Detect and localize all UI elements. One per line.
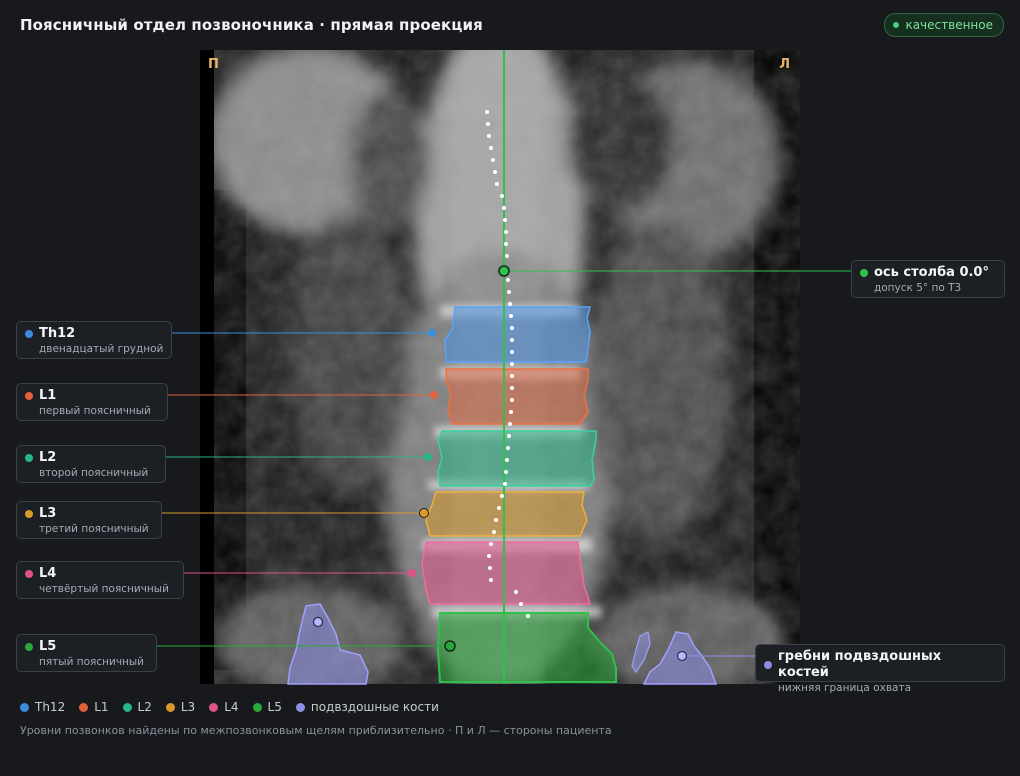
callout-l1-name: L1 (39, 388, 57, 403)
legend-label: подвздошные кости (310, 700, 439, 714)
l3-anchor-dot[interactable] (419, 508, 429, 518)
legend-label: L5 (267, 700, 282, 714)
callout-th12-name: Th12 (39, 326, 76, 341)
legend-item-l5[interactable]: L5 (252, 700, 282, 714)
footnote: Уровни позвонков найдены по межпозвонков… (20, 724, 612, 737)
legend-label: Th12 (35, 700, 66, 714)
l3-color-dot-icon (25, 510, 33, 518)
legend-item-l2[interactable]: L2 (122, 700, 152, 714)
callout-l3-desc: третий поясничный (39, 523, 149, 535)
callout-l2-desc: второй поясничный (39, 467, 149, 479)
l4-color-dot-icon (25, 570, 33, 578)
l4-anchor-dot[interactable] (408, 569, 416, 577)
legend-dot-icon (20, 702, 29, 712)
l5-anchor-dot[interactable] (444, 640, 456, 652)
legend-item-l4[interactable]: L4 (209, 700, 239, 714)
legend-item-l3[interactable]: L3 (165, 700, 196, 714)
callout-iliac-sub: нижняя граница охвата (778, 682, 912, 694)
legend-item-l1[interactable]: L1 (79, 700, 109, 714)
vertebra-l1-mask[interactable] (445, 368, 589, 425)
l2-anchor-dot[interactable] (424, 453, 432, 461)
callout-l3-name: L3 (39, 506, 57, 521)
callout-th12-desc: двенадцатый грудной (39, 343, 164, 355)
callout-axis-sub: допуск 5° по Т3 (874, 282, 962, 294)
legend-label: L3 (180, 700, 196, 714)
callout-l5-desc: пятый поясничный (39, 656, 144, 668)
callout-iliac[interactable]: гребни подвздошных костей нижняя граница… (755, 644, 1005, 694)
callout-l4-name: L4 (39, 566, 57, 581)
legend-dot-icon (165, 702, 175, 712)
callout-axis-label: ось столба 0.0° (874, 265, 989, 280)
callout-l1[interactable]: L1 первый поясничный (16, 383, 168, 421)
callout-l1-desc: первый поясничный (39, 405, 151, 417)
callout-l4[interactable]: L4 четвёртый поясничный (16, 561, 184, 599)
l5-color-dot-icon (25, 643, 33, 651)
legend-item-iliac[interactable]: подвздошные кости (295, 700, 439, 714)
l1-color-dot-icon (25, 392, 33, 400)
callout-iliac-label: гребни подвздошных костей (778, 649, 942, 680)
callout-axis[interactable]: ось столба 0.0° допуск 5° по Т3 (851, 260, 1005, 298)
legend-label: L1 (94, 700, 109, 714)
legend: Th12 L1 L2 L3 L4 L5 подвздошные кости (20, 700, 453, 714)
iliac-left-anchor-dot[interactable] (676, 650, 688, 662)
vertebra-l4-mask[interactable] (421, 541, 592, 605)
th12-anchor-dot[interactable] (428, 329, 436, 337)
iliac-color-dot-icon (764, 661, 772, 669)
legend-item-th12[interactable]: Th12 (20, 700, 65, 714)
iliac-small-left-mask[interactable] (631, 631, 651, 674)
axis-anchor-dot[interactable] (498, 265, 510, 277)
axis-color-dot-icon (860, 269, 868, 277)
legend-dot-icon (209, 702, 219, 712)
callout-l2-name: L2 (39, 450, 57, 465)
l1-anchor-dot[interactable] (430, 391, 438, 399)
callout-th12[interactable]: Th12 двенадцатый грудной (16, 321, 172, 359)
legend-dot-icon (295, 702, 305, 712)
vertebra-l2-mask[interactable] (437, 430, 597, 487)
th12-color-dot-icon (25, 330, 33, 338)
iliac-crest-right-mask[interactable] (287, 603, 369, 685)
callout-l5[interactable]: L5 пятый поясничный (16, 634, 157, 672)
callout-l2[interactable]: L2 второй поясничный (16, 445, 166, 483)
legend-dot-icon (122, 702, 132, 712)
legend-label: L4 (224, 700, 239, 714)
vertebra-th12-mask[interactable] (444, 306, 591, 363)
legend-dot-icon (79, 702, 89, 712)
vertebra-l3-mask[interactable] (425, 491, 588, 537)
legend-dot-icon (252, 702, 262, 712)
vertebra-l5-mask[interactable] (436, 612, 617, 683)
callout-l4-desc: четвёртый поясничный (39, 583, 169, 595)
callout-l3[interactable]: L3 третий поясничный (16, 501, 162, 539)
legend-label: L2 (137, 700, 152, 714)
iliac-right-anchor-dot[interactable] (312, 616, 324, 628)
callout-l5-name: L5 (39, 639, 57, 654)
l2-color-dot-icon (25, 454, 33, 462)
